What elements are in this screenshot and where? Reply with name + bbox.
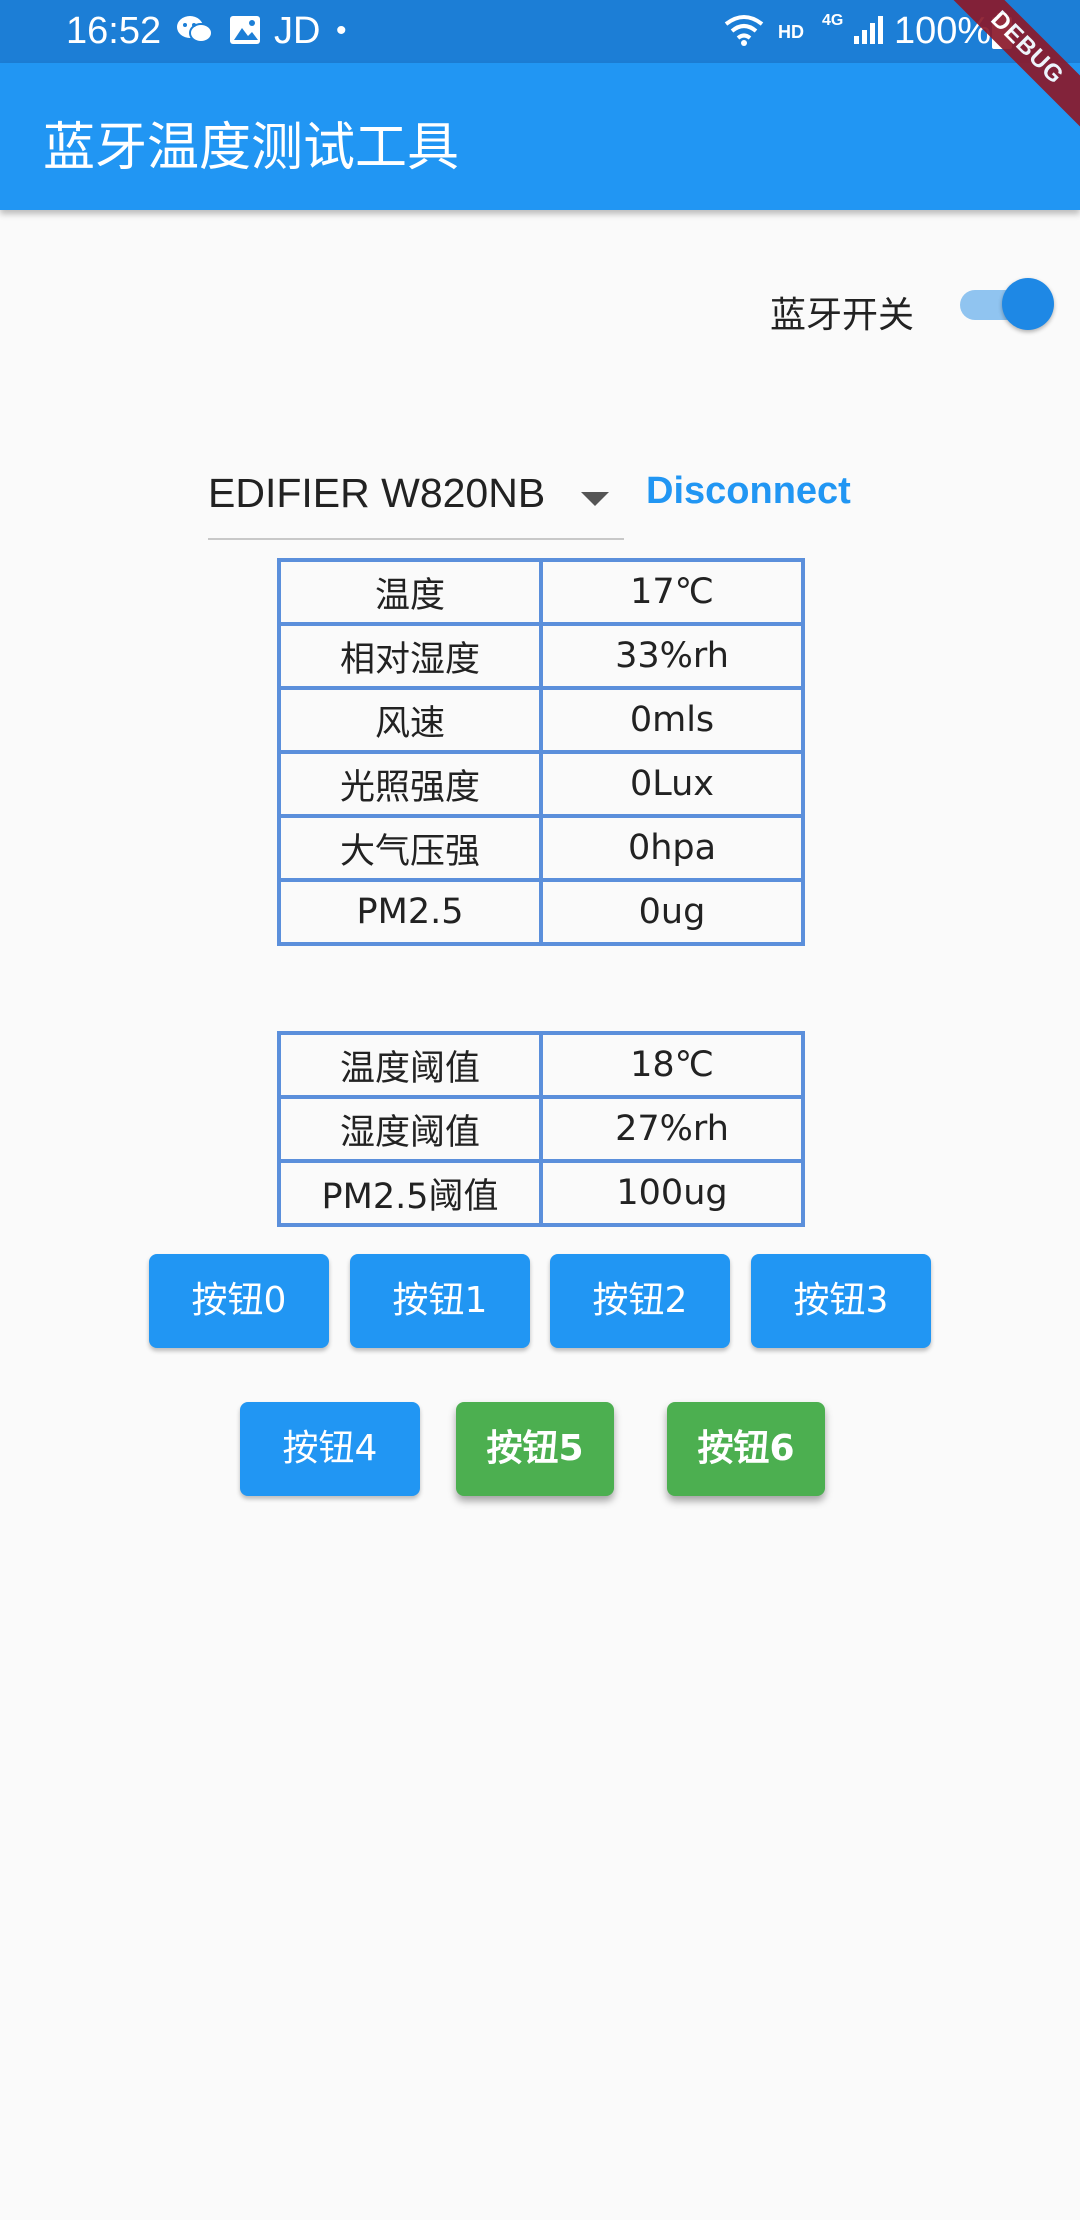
table-row: 相对湿度 33%rh <box>279 624 803 688</box>
button-6[interactable]: 按钮6 <box>667 1402 825 1496</box>
button-2[interactable]: 按钮2 <box>550 1254 730 1348</box>
chevron-down-icon <box>581 492 609 506</box>
table-row: 光照强度 0Lux <box>279 752 803 816</box>
debug-ribbon-container: DEBUG <box>910 0 1080 170</box>
button-5[interactable]: 按钮5 <box>456 1402 614 1496</box>
reading-value: 33%rh <box>541 624 803 688</box>
button-0[interactable]: 按钮0 <box>149 1254 329 1348</box>
threshold-value: 27%rh <box>541 1097 803 1161</box>
disconnect-button[interactable]: Disconnect <box>646 470 851 513</box>
image-icon <box>228 14 262 54</box>
switch-thumb[interactable] <box>1002 278 1054 330</box>
button-4[interactable]: 按钮4 <box>240 1402 420 1496</box>
table-row: 湿度阈值 27%rh <box>279 1097 803 1161</box>
reading-label: PM2.5 <box>279 880 541 944</box>
wifi-icon <box>722 12 766 56</box>
device-dropdown-value: EDIFIER W820NB <box>208 470 546 516</box>
threshold-value: 18℃ <box>541 1033 803 1097</box>
threshold-label: PM2.5阈值 <box>279 1161 541 1225</box>
reading-label: 风速 <box>279 688 541 752</box>
table-row: PM2.5阈值 100ug <box>279 1161 803 1225</box>
signal-icon <box>852 14 886 54</box>
reading-label: 大气压强 <box>279 816 541 880</box>
wechat-icon <box>176 14 214 54</box>
bluetooth-switch-label: 蓝牙开关 <box>770 295 915 336</box>
reading-value: 17℃ <box>541 560 803 624</box>
device-dropdown[interactable]: EDIFIER W820NB <box>208 464 624 540</box>
reading-value: 0hpa <box>541 816 803 880</box>
page-title: 蓝牙温度测试工具 <box>43 118 460 178</box>
bluetooth-switch[interactable] <box>958 276 1054 332</box>
button-3[interactable]: 按钮3 <box>751 1254 931 1348</box>
debug-banner: DEBUG <box>932 0 1080 143</box>
reading-label: 相对湿度 <box>279 624 541 688</box>
network-type-label: 4G <box>822 12 844 29</box>
table-row: 风速 0mls <box>279 688 803 752</box>
table-row: 温度 17℃ <box>279 560 803 624</box>
reading-value: 0Lux <box>541 752 803 816</box>
table-row: 温度阈值 18℃ <box>279 1033 803 1097</box>
reading-value: 0mls <box>541 688 803 752</box>
button-1[interactable]: 按钮1 <box>350 1254 530 1348</box>
status-carrier: JD <box>274 10 321 52</box>
threshold-label: 湿度阈值 <box>279 1097 541 1161</box>
reading-label: 光照强度 <box>279 752 541 816</box>
reading-label: 温度 <box>279 560 541 624</box>
table-row: PM2.5 0ug <box>279 880 803 944</box>
status-time: 16:52 <box>66 10 162 52</box>
threshold-value: 100ug <box>541 1161 803 1225</box>
notification-dot: • <box>336 14 347 47</box>
thresholds-table: 温度阈值 18℃ 湿度阈值 27%rh PM2.5阈值 100ug <box>277 1031 805 1227</box>
threshold-label: 温度阈值 <box>279 1033 541 1097</box>
hd-label: HD <box>778 22 804 42</box>
readings-table: 温度 17℃ 相对湿度 33%rh 风速 0mls 光照强度 0Lux 大气压强… <box>277 558 805 946</box>
reading-value: 0ug <box>541 880 803 944</box>
table-row: 大气压强 0hpa <box>279 816 803 880</box>
